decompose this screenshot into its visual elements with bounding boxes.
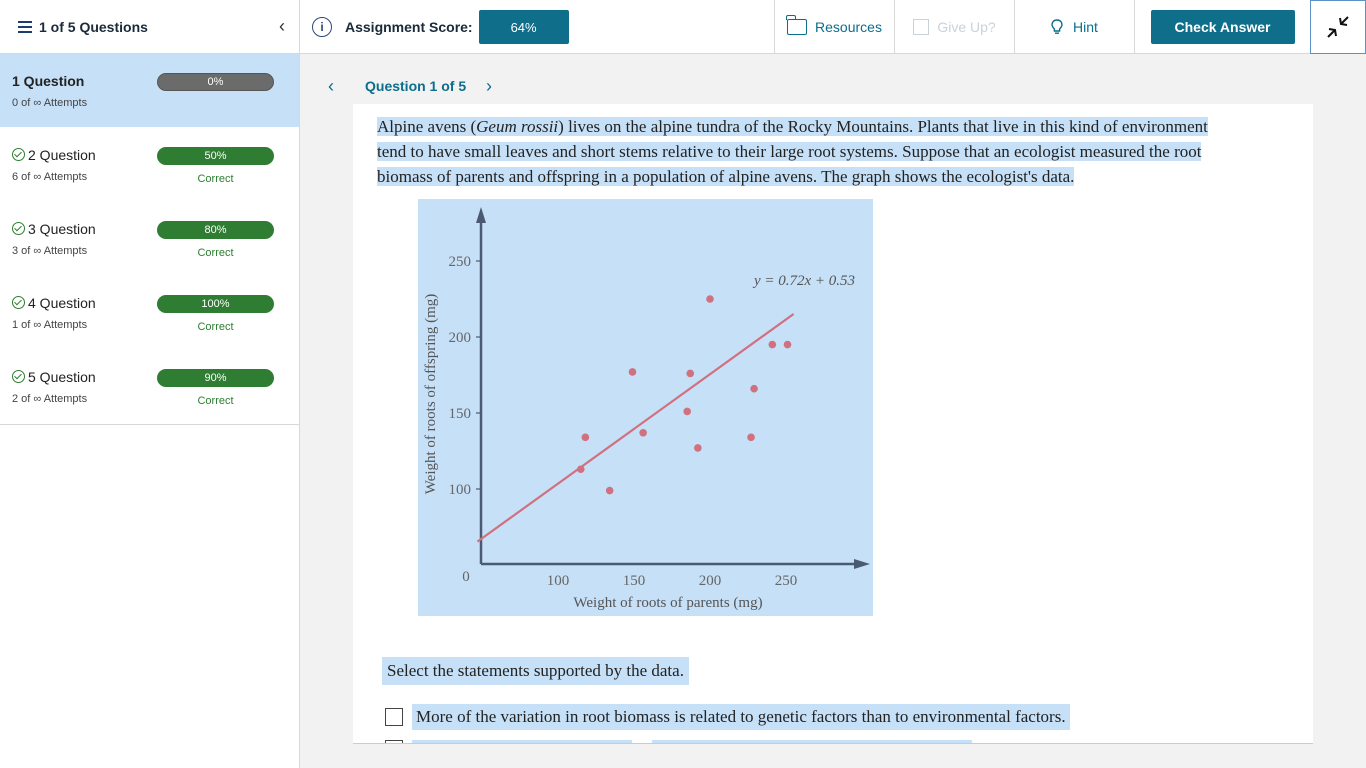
assignment-score: i Assignment Score: 64%	[312, 0, 569, 54]
question-score-bar: 90%	[157, 369, 274, 387]
x-tick-label: 250	[775, 573, 798, 589]
chart-svg: 0 100 150 200 250 100 150 200 250 Weight of roots…	[423, 207, 870, 611]
question-attempts: 3 of ∞ Attempts	[12, 245, 88, 257]
answer-option-2-partial[interactable]	[385, 740, 975, 743]
question-nav-label[interactable]: Question 1 of 5	[365, 78, 466, 94]
question-title: 4 Question	[12, 295, 96, 311]
y-axis-label: Weight of roots of offspring (mg)	[423, 294, 439, 495]
question-score-bar: 0%	[157, 73, 274, 91]
sidebar-item-question-4[interactable]: 4 Question 1 of ∞ Attempts 100% Correct	[0, 276, 299, 350]
give-up-icon	[913, 19, 930, 35]
question-attempts: 2 of ∞ Attempts	[12, 393, 88, 405]
answer-highlight	[652, 740, 972, 743]
origin-label: 0	[462, 569, 470, 585]
top-bar: 1 of 5 Questions ‹ i Assignment Score: 6…	[0, 0, 1366, 54]
scatter-chart: 0 100 150 200 250 100 150 200 250 Weight of roots…	[418, 199, 873, 616]
question-score-bar: 80%	[157, 221, 274, 239]
question-title: 1 Question	[12, 73, 85, 89]
question-title: 5 Question	[12, 369, 96, 385]
question-status: Correct	[197, 321, 234, 333]
sidebar-item-question-2[interactable]: 2 Question 6 of ∞ Attempts 50% Correct	[0, 128, 299, 202]
data-point	[683, 407, 691, 416]
question-count-label: 1 of 5 Questions	[39, 19, 148, 35]
score-value: 64%	[478, 10, 569, 44]
next-question-icon[interactable]: ›	[486, 76, 492, 97]
question-attempts: 6 of ∞ Attempts	[12, 171, 88, 183]
list-icon	[18, 21, 32, 33]
question-status: Correct	[197, 395, 234, 407]
sidebar-item-question-5[interactable]: 5 Question 2 of ∞ Attempts 90% Correct	[0, 350, 299, 424]
question-sidebar: 1 Question 0 of ∞ Attempts 0% 2 Question…	[0, 54, 300, 768]
x-tick-label: 100	[547, 573, 570, 589]
data-point	[706, 295, 714, 303]
question-status: Correct	[197, 173, 234, 185]
species-name: Geum rossii	[476, 117, 559, 136]
sidebar-item-question-3[interactable]: 3 Question 3 of ∞ Attempts 80% Correct	[0, 202, 299, 276]
check-circle-icon	[12, 370, 25, 383]
data-point	[750, 384, 758, 393]
check-circle-icon	[12, 148, 25, 161]
y-axis-arrow	[476, 207, 486, 223]
answer-option-text: More of the variation in root biomass is…	[412, 704, 1070, 730]
data-point	[605, 486, 614, 495]
give-up-label: Give Up?	[937, 19, 996, 35]
x-tick-label: 200	[699, 573, 722, 589]
data-point	[783, 340, 792, 349]
question-title: 2 Question	[12, 147, 96, 163]
check-answer-button[interactable]: Check Answer	[1150, 10, 1295, 44]
score-label: Assignment Score:	[345, 19, 473, 35]
sidebar-item-question-1[interactable]: 1 Question 0 of ∞ Attempts 0%	[0, 54, 299, 128]
hint-button[interactable]: Hint	[1014, 0, 1134, 54]
collapse-sidebar-icon[interactable]: ‹	[279, 16, 285, 37]
question-score-bar: 50%	[157, 147, 274, 165]
data-point	[577, 465, 585, 474]
minimize-icon	[1327, 16, 1349, 38]
check-circle-icon	[12, 296, 25, 309]
question-status: Correct	[197, 247, 234, 259]
data-point	[694, 444, 702, 452]
question-card: Alpine avens (Geum rossii) lives on the …	[353, 104, 1313, 744]
exit-fullscreen-button[interactable]	[1310, 0, 1366, 54]
folder-icon	[786, 15, 808, 35]
check-answer-area: Check Answer	[1134, 0, 1310, 54]
give-up-button[interactable]: Give Up?	[894, 0, 1014, 54]
question-count-panel[interactable]: 1 of 5 Questions ‹	[0, 0, 300, 54]
question-navigation: ‹ Question 1 of 5 ›	[300, 54, 1366, 104]
check-circle-icon	[12, 222, 25, 235]
resources-label: Resources	[815, 19, 882, 35]
lightbulb-icon	[1051, 19, 1063, 34]
data-point	[581, 433, 590, 442]
answer-checkbox[interactable]	[385, 740, 403, 743]
x-axis-arrow	[854, 559, 870, 569]
question-attempts: 1 of ∞ Attempts	[12, 319, 88, 331]
answer-option-1[interactable]: More of the variation in root biomass is…	[385, 704, 1070, 730]
hint-label: Hint	[1073, 19, 1098, 35]
y-tick-label: 200	[449, 330, 472, 346]
x-tick-label: 150	[623, 573, 646, 589]
data-point	[768, 340, 777, 349]
data-point	[639, 428, 647, 437]
sidebar-divider	[0, 424, 300, 425]
answer-highlight	[412, 740, 632, 743]
regression-line	[476, 313, 795, 543]
answer-checkbox[interactable]	[385, 708, 403, 726]
data-point	[747, 433, 755, 442]
equation-label: y = 0.72x + 0.53	[752, 273, 855, 289]
data-point	[628, 368, 637, 376]
info-icon[interactable]: i	[312, 17, 332, 37]
question-attempts: 0 of ∞ Attempts	[12, 97, 88, 109]
previous-question-icon[interactable]: ‹	[328, 76, 334, 97]
data-point	[686, 369, 695, 378]
x-axis-label: Weight of roots of parents (mg)	[573, 595, 762, 611]
question-score-bar: 100%	[157, 295, 274, 313]
question-title: 3 Question	[12, 221, 96, 237]
resources-button[interactable]: Resources	[774, 0, 894, 54]
question-passage: Alpine avens (Geum rossii) lives on the …	[377, 117, 1208, 186]
y-tick-label: 150	[449, 406, 472, 422]
y-tick-label: 250	[449, 254, 472, 270]
question-prompt: Select the statements supported by the d…	[382, 657, 689, 685]
y-tick-label: 100	[449, 482, 472, 498]
